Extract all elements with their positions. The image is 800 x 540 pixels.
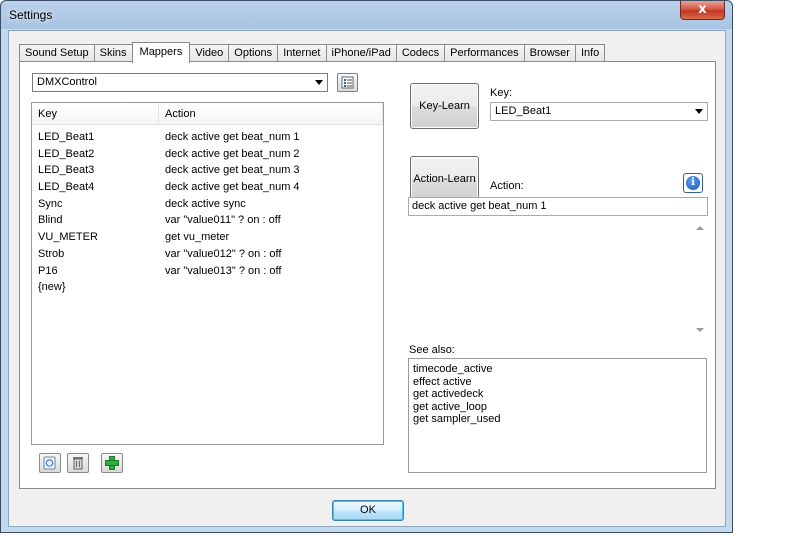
- table-row[interactable]: LED_Beat3 deck active get beat_num 3: [32, 162, 383, 179]
- mapper-select-value: DMXControl: [37, 76, 97, 88]
- mappers-panel: DMXControl Key Action LED_Beat1 deck act…: [19, 61, 716, 489]
- action-learn-button[interactable]: Action-Learn: [410, 156, 479, 202]
- column-header-action[interactable]: Action: [159, 103, 383, 124]
- tab-skins[interactable]: Skins: [93, 44, 133, 62]
- tab-info[interactable]: Info: [574, 44, 606, 62]
- info-button[interactable]: i: [683, 173, 703, 193]
- row-action: var "value011" ? on : off: [165, 214, 281, 227]
- action-scrollbar[interactable]: [693, 222, 707, 336]
- tab-browser[interactable]: Browser: [523, 44, 576, 62]
- row-key: LED_Beat2: [38, 147, 95, 160]
- row-key: LED_Beat4: [38, 181, 95, 194]
- table-row-new[interactable]: {new}: [32, 279, 383, 296]
- key-select[interactable]: LED_Beat1: [490, 102, 708, 121]
- chevron-down-icon: [695, 109, 703, 114]
- row-action: deck active sync: [165, 197, 246, 210]
- row-action: var "value012" ? on : off: [165, 247, 282, 260]
- close-icon: x: [698, 2, 707, 17]
- row-key: Sync: [38, 197, 63, 210]
- tab-strip: Sound Setup Skins Mappers Video Options …: [19, 42, 606, 63]
- plus-icon: [105, 456, 119, 470]
- mapping-list[interactable]: Key Action LED_Beat1deck active get beat…: [31, 102, 384, 445]
- window-title: Settings: [9, 8, 53, 22]
- row-key: P16: [38, 264, 58, 277]
- delete-button[interactable]: [67, 453, 89, 473]
- action-label: Action:: [490, 180, 524, 192]
- tab-sound-setup[interactable]: Sound Setup: [19, 44, 95, 62]
- row-action: [159, 279, 383, 296]
- tab-internet[interactable]: Internet: [277, 44, 327, 62]
- row-action: get vu_meter: [165, 231, 230, 244]
- trash-icon: [73, 457, 83, 470]
- close-button[interactable]: x: [680, 1, 725, 20]
- dialog-client-area: Sound Setup Skins Mappers Video Options …: [8, 30, 726, 527]
- list-header: Key Action: [32, 103, 383, 125]
- table-row[interactable]: VU_METER get vu_meter: [32, 229, 383, 246]
- table-row[interactable]: LED_Beat2 deck active get beat_num 2: [32, 146, 383, 163]
- table-row[interactable]: LED_Beat1 deck active get beat_num 1: [32, 129, 383, 146]
- key-learn-button[interactable]: Key-Learn: [410, 83, 479, 129]
- title-bar[interactable]: Settings x: [1, 1, 732, 30]
- row-action: deck active get beat_num 2: [165, 147, 300, 160]
- tab-options[interactable]: Options: [228, 44, 279, 62]
- list-item[interactable]: effect active: [413, 376, 706, 389]
- table-row[interactable]: LED_Beat4 deck active get beat_num 4: [32, 179, 383, 196]
- mapper-options-button[interactable]: [337, 73, 358, 92]
- list-item[interactable]: timecode_active: [413, 363, 706, 376]
- row-key: Blind: [38, 214, 63, 227]
- row-action: deck active get beat_num 3: [165, 164, 300, 177]
- list-item[interactable]: get sampler_used: [413, 413, 706, 426]
- add-mapping-button[interactable]: [101, 453, 123, 473]
- scroll-up-icon[interactable]: [696, 226, 704, 230]
- tab-performances[interactable]: Performances: [444, 44, 525, 62]
- table-row[interactable]: P16 var "value013" ? on : off: [32, 263, 383, 280]
- mapper-select[interactable]: DMXControl: [32, 73, 328, 92]
- key-select-value: LED_Beat1: [495, 105, 552, 117]
- table-row[interactable]: Blind var "value011" ? on : off: [32, 212, 383, 229]
- row-key: Strob: [38, 247, 65, 260]
- info-icon: i: [686, 176, 700, 190]
- row-key: LED_Beat3: [38, 164, 95, 177]
- row-key: LED_Beat1: [38, 131, 95, 143]
- tab-mappers[interactable]: Mappers: [131, 42, 191, 63]
- tab-iphone-ipad[interactable]: iPhone/iPad: [325, 44, 397, 62]
- list-item[interactable]: get activedeck: [413, 388, 706, 401]
- reset-button[interactable]: [39, 453, 61, 473]
- key-label: Key:: [490, 87, 513, 99]
- tab-video[interactable]: Video: [189, 44, 230, 62]
- row-action: deck active get beat_num 1: [165, 131, 300, 143]
- chevron-down-icon: [315, 80, 323, 85]
- column-header-key[interactable]: Key: [32, 103, 159, 124]
- list-rows: LED_Beat1 deck active get beat_num 1 LED_…: [32, 125, 383, 296]
- list-item[interactable]: get active_loop: [413, 401, 706, 414]
- list-icon: [341, 76, 354, 89]
- table-row[interactable]: Strob var "value012" ? on : off: [32, 246, 383, 263]
- reset-icon: [43, 456, 56, 470]
- scroll-down-icon[interactable]: [696, 328, 704, 332]
- settings-window: Settings x Sound Setup Skins Mappers Vid…: [0, 0, 733, 533]
- row-action: var "value013" ? on : off: [165, 264, 282, 277]
- see-also-label: See also:: [409, 344, 455, 356]
- tab-codecs[interactable]: Codecs: [395, 44, 446, 62]
- see-also-list[interactable]: timecode_active effect active get active…: [408, 358, 707, 473]
- row-key: {new}: [38, 281, 66, 294]
- row-key: VU_METER: [38, 231, 98, 244]
- table-row[interactable]: Sync deck active sync: [32, 196, 383, 213]
- action-input[interactable]: deck active get beat_num 1: [408, 197, 708, 216]
- row-action: deck active get beat_num 4: [165, 181, 300, 194]
- ok-button[interactable]: OK: [332, 500, 404, 521]
